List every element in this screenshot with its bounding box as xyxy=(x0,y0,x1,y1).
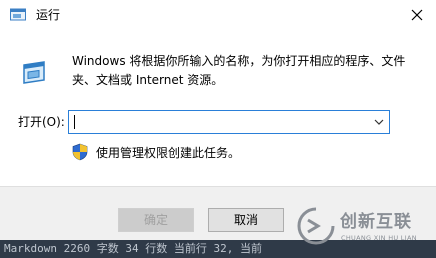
admin-privilege-text: 使用管理权限创建此任务。 xyxy=(96,146,241,160)
ok-button[interactable]: 确定 xyxy=(118,208,194,232)
watermark-title: 创新互联 xyxy=(340,212,412,232)
window-title: 运行 xyxy=(36,8,61,22)
editor-status-text: Markdown 2260 字数 34 行数 当前行 32, 当前 xyxy=(4,242,262,255)
watermark-logo-icon xyxy=(297,207,335,245)
open-label: 打开(O): xyxy=(18,115,65,129)
run-dialog: 运行 Windows 将根据你所输入的名称，为你打开相应的程序、文件夹、文档或 … xyxy=(0,0,436,258)
chevron-down-icon[interactable] xyxy=(373,116,385,128)
open-combobox[interactable] xyxy=(68,110,390,134)
description-text: Windows 将根据你所输入的名称，为你打开相应的程序、文件夹、文档或 Int… xyxy=(72,54,406,87)
text-caret xyxy=(74,115,75,129)
run-app-icon xyxy=(23,61,45,84)
close-icon[interactable] xyxy=(408,6,426,24)
cancel-button[interactable]: 取消 xyxy=(208,208,284,232)
dialog-body: Windows 将根据你所输入的名称，为你打开相应的程序、文件夹、文档或 Int… xyxy=(0,30,436,186)
watermark-subtitle: CHUANG XIN HU LIAN xyxy=(341,234,417,242)
uac-shield-icon xyxy=(72,143,88,161)
title-bar: 运行 xyxy=(0,0,436,30)
run-icon xyxy=(10,8,26,21)
